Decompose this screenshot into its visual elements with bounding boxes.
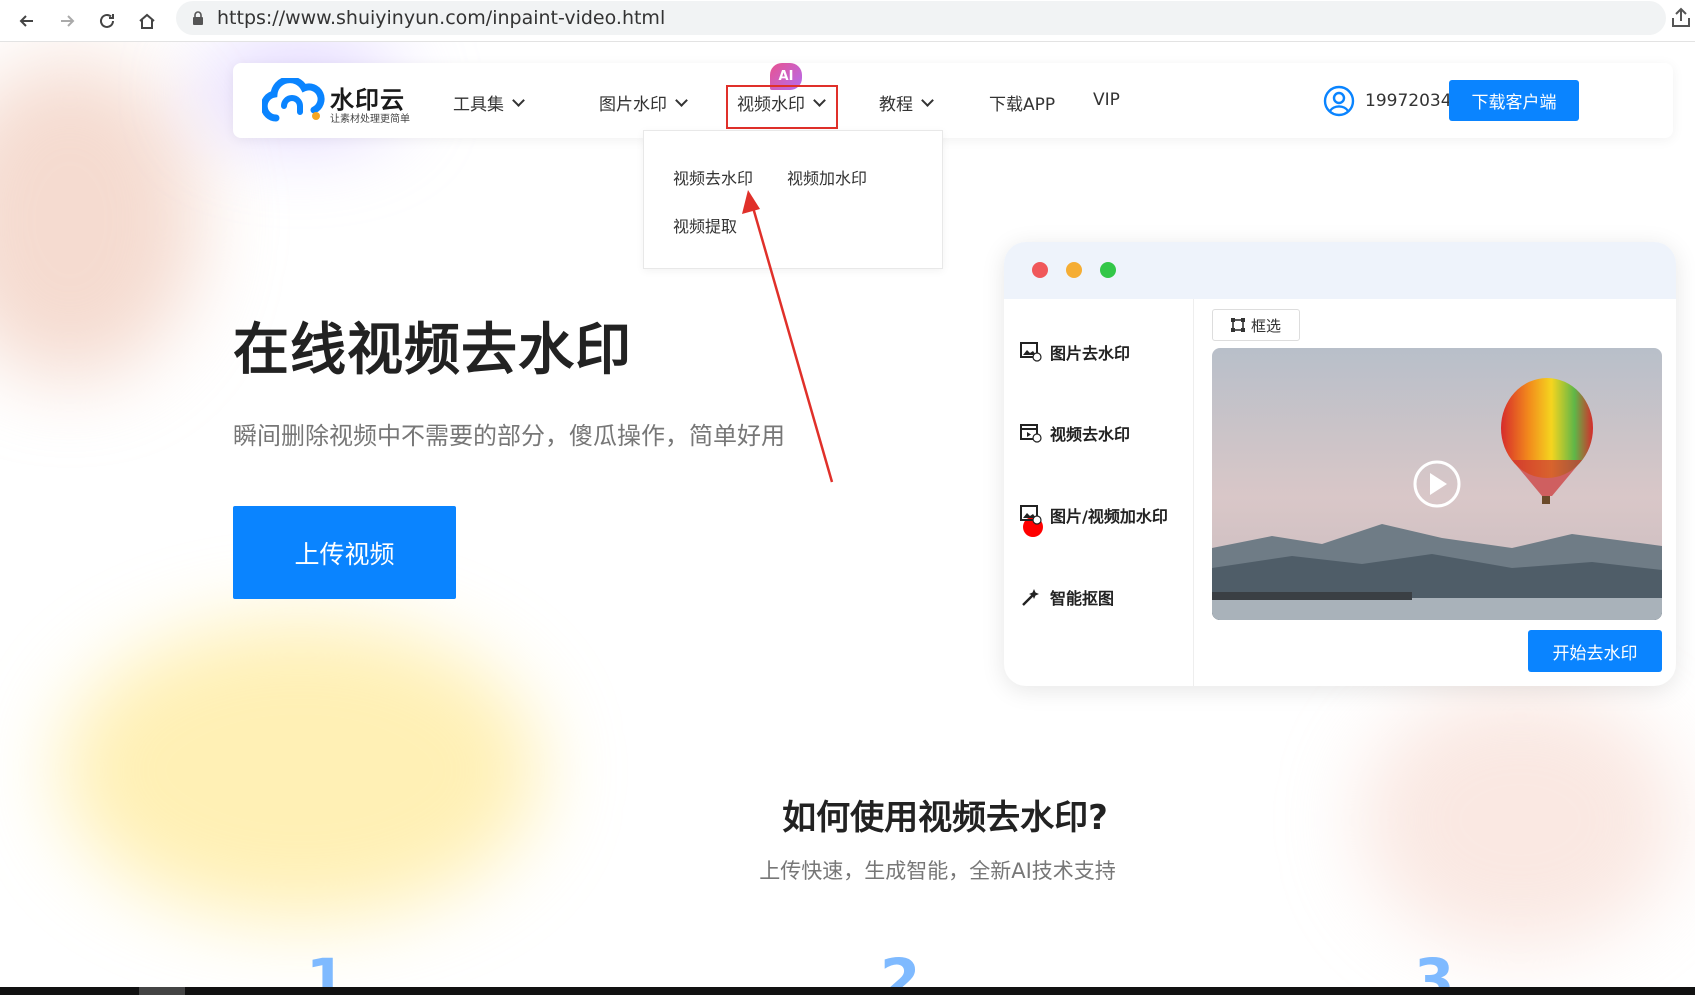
sidebar-item-label: 视频去水印 [1050,425,1131,444]
highlight-annotation [726,85,838,129]
brand-slogan: 让素材处理更简单 [330,114,410,125]
hero-subtitle: 瞬间删除视频中不需要的部分，傻瓜操作，简单好用 [233,422,785,450]
how-to-title: 如何使用视频去水印? [782,798,1108,838]
hero-title: 在线视频去水印 [233,318,632,383]
video-preview[interactable] [1212,348,1662,620]
horizontal-scrollbar[interactable] [0,987,1695,995]
back-icon[interactable] [12,6,42,36]
sidebar-item-image-remove[interactable]: 图片去水印 [1020,340,1130,364]
app-titlebar [1004,242,1676,299]
browser-toolbar: https://www.shuiyinyun.com/inpaint-video… [0,0,1695,42]
nav-toolset[interactable]: 工具集 [453,90,525,115]
sidebar-item-add-watermark[interactable]: 图片/视频加水印 [1020,503,1168,527]
sidebar-item-label: 智能抠图 [1050,589,1115,608]
nav-download-app[interactable]: 下载APP [989,90,1055,115]
app-preview-window: 图片去水印 视频去水印 图片/视频加水印 智能抠图 框选 开始去水印 [1004,242,1676,686]
video-icon [1020,424,1042,443]
maximize-dot [1100,262,1116,278]
nav-tutorial-label: 教程 [879,95,913,115]
frame-select-button[interactable]: 框选 [1212,309,1300,341]
download-client-button[interactable]: 下载客户端 [1449,80,1579,121]
magic-wand-icon [1022,589,1039,606]
bg-blob-pink [0,60,200,380]
image-icon [1020,342,1042,362]
chevron-down-icon [675,93,688,107]
nav-vip[interactable]: VIP [1093,90,1120,110]
cloud-logo-icon [262,78,325,122]
url-text: https://www.shuiyinyun.com/inpaint-video… [217,7,666,29]
sidebar-item-label: 图片去水印 [1050,344,1131,363]
home-icon[interactable] [132,6,162,36]
dropdown-item-video-extract[interactable]: 视频提取 [673,213,737,237]
dropdown-item-remove-video-watermark[interactable]: 视频去水印 [673,165,753,189]
nav-download-app-label: 下载APP [989,95,1056,115]
chevron-down-icon [921,93,934,107]
nav-image-watermark-label: 图片水印 [599,95,667,115]
nav-image-watermark[interactable]: 图片水印 [599,90,688,115]
minimize-dot [1066,262,1082,278]
user-icon [1323,85,1355,117]
app-sidebar: 图片去水印 视频去水印 图片/视频加水印 智能抠图 [1004,299,1194,686]
sidebar-item-cutout[interactable]: 智能抠图 [1020,585,1114,609]
frame-select-label: 框选 [1250,316,1281,335]
reload-icon[interactable] [92,6,122,36]
how-to-subtitle: 上传快速，生成智能，全新AI技术支持 [759,859,1116,883]
share-icon[interactable] [1669,6,1693,30]
site-header: 水印云 让素材处理更简单 AI 工具集 图片水印 视频水印 教程 下载APP V… [233,63,1673,138]
chevron-down-icon [512,93,525,107]
sidebar-item-label: 图片/视频加水印 [1050,507,1168,526]
nav-toolset-label: 工具集 [453,95,504,115]
image-add-icon [1020,505,1042,525]
lock-icon [193,11,203,25]
upload-video-button[interactable]: 上传视频 [233,506,456,599]
dropdown-item-add-video-watermark[interactable]: 视频加水印 [787,165,867,189]
address-bar[interactable]: https://www.shuiyinyun.com/inpaint-video… [176,1,1666,35]
crop-frame-icon [1230,318,1245,332]
landscape-image [1212,348,1662,620]
scrollbar-thumb[interactable] [139,987,185,995]
forward-icon[interactable] [52,6,82,36]
nav-tutorial[interactable]: 教程 [879,90,934,115]
start-remove-button[interactable]: 开始去水印 [1528,630,1662,672]
close-dot [1032,262,1048,278]
nav-vip-label: VIP [1093,90,1120,110]
sidebar-item-video-remove[interactable]: 视频去水印 [1020,421,1130,445]
site-logo[interactable]: 水印云 让素材处理更简单 [262,76,422,126]
